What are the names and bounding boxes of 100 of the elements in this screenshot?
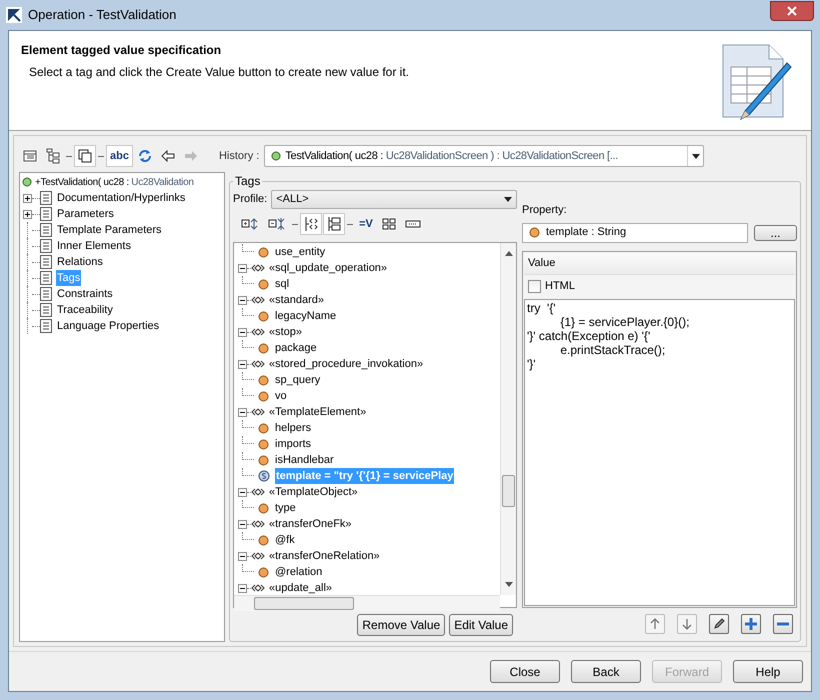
collapse-toggle[interactable] bbox=[238, 584, 247, 592]
toolbar-button[interactable] bbox=[74, 145, 96, 167]
collapse-toggle[interactable] bbox=[238, 520, 247, 528]
document-icon bbox=[40, 207, 52, 221]
value-button[interactable]: Remove Value bbox=[357, 614, 446, 636]
document-icon bbox=[40, 287, 52, 301]
tag-item[interactable]: imports bbox=[274, 436, 312, 452]
value-header: Value bbox=[524, 252, 795, 274]
stereotype-icon bbox=[251, 488, 265, 496]
horizontal-scrollbar[interactable] bbox=[234, 595, 500, 611]
document-icon bbox=[40, 303, 52, 317]
value-action-button[interactable] bbox=[709, 614, 729, 634]
tag-item[interactable]: use_entity bbox=[274, 244, 326, 260]
stereotype-icon bbox=[251, 328, 265, 336]
tree-item[interactable]: Constraints bbox=[56, 286, 114, 302]
collapse-toggle[interactable] bbox=[238, 296, 247, 304]
value-action-button[interactable] bbox=[741, 614, 761, 634]
tag-dot-icon bbox=[258, 422, 269, 434]
browse-button[interactable]: ... bbox=[754, 224, 797, 240]
stereotype-icon bbox=[251, 584, 265, 592]
stereotype-icon bbox=[251, 264, 265, 272]
tag-item[interactable]: @relation bbox=[274, 564, 324, 580]
tree-item[interactable]: Language Properties bbox=[56, 318, 160, 334]
document-icon bbox=[40, 255, 52, 269]
toolbar-button[interactable] bbox=[300, 213, 322, 235]
tree-item[interactable]: Traceability bbox=[56, 302, 114, 318]
window-title: Operation - TestValidation bbox=[28, 6, 178, 24]
stereotype-label[interactable]: «standard» bbox=[269, 292, 324, 308]
toolbar-button[interactable] bbox=[323, 213, 345, 235]
tree-item[interactable]: Parameters bbox=[56, 206, 115, 222]
collapse-toggle[interactable] bbox=[238, 328, 247, 336]
history-label: History : bbox=[218, 148, 260, 164]
tag-item[interactable]: helpers bbox=[274, 420, 312, 436]
stereotype-label[interactable]: «transferOneFk» bbox=[269, 516, 352, 532]
tag-dot-icon bbox=[258, 438, 269, 450]
value-button[interactable]: Edit Value bbox=[449, 614, 513, 636]
tag-dot-icon bbox=[258, 390, 269, 402]
document-icon bbox=[40, 223, 52, 237]
document-icon bbox=[40, 239, 52, 253]
minus-icon bbox=[776, 622, 790, 626]
dialog-button[interactable]: Help bbox=[733, 660, 803, 683]
tag-dot-icon bbox=[258, 310, 269, 322]
collapse-toggle[interactable] bbox=[238, 360, 247, 368]
dialog-button[interactable]: Back bbox=[571, 660, 641, 683]
tag-item[interactable]: sql bbox=[274, 276, 290, 292]
tag-item[interactable]: legacyName bbox=[274, 308, 338, 324]
tree-root-label[interactable]: +TestValidation( uc28 : Uc28Validation bbox=[35, 174, 194, 190]
tag-item[interactable]: isHandlebar bbox=[274, 452, 335, 468]
forward-arrow-icon bbox=[184, 150, 198, 162]
header-description: Select a tag and click the Create Value button to create new value for it. bbox=[28, 64, 409, 81]
app-logo-icon bbox=[6, 7, 22, 23]
tree-item[interactable]: Relations bbox=[56, 254, 104, 270]
profile-dropdown[interactable]: <ALL> bbox=[271, 190, 517, 209]
stereotype-label[interactable]: «stop» bbox=[269, 324, 302, 340]
windows-icon bbox=[78, 149, 92, 163]
stereotype-icon bbox=[251, 360, 265, 368]
dropdown-caret-icon bbox=[504, 197, 512, 202]
collapse-toggle[interactable] bbox=[238, 408, 247, 416]
stereotype-label[interactable]: «TemplateObject» bbox=[269, 484, 358, 500]
tag-dot-icon bbox=[258, 246, 269, 258]
tag-dot-icon bbox=[258, 342, 269, 354]
tag-item[interactable]: vo bbox=[274, 388, 288, 404]
stereotype-label[interactable]: «update_all» bbox=[269, 580, 332, 595]
tree-item[interactable]: Documentation/Hyperlinks bbox=[56, 190, 186, 206]
stereotype-icon bbox=[251, 520, 265, 528]
header-title: Element tagged value specification bbox=[21, 42, 222, 59]
plus-icon bbox=[744, 617, 758, 631]
history-dropdown[interactable]: TestValidation( uc28 : Uc28ValidationScreen ) : Uc28ValidationScreen [... bbox=[264, 145, 704, 167]
tree-item[interactable]: Template Parameters bbox=[56, 222, 163, 238]
property-label: Property: bbox=[522, 203, 568, 218]
html-checkbox[interactable] bbox=[528, 280, 541, 293]
property-field[interactable]: template : String bbox=[522, 222, 748, 242]
stereotype-label[interactable]: «transferOneRelation» bbox=[269, 548, 380, 564]
expand-toggle[interactable] bbox=[23, 194, 32, 202]
collapse-toggle[interactable] bbox=[238, 552, 247, 560]
collapse-toggle[interactable] bbox=[238, 264, 247, 272]
value-icon bbox=[258, 470, 270, 482]
dialog-button[interactable]: Close bbox=[490, 660, 560, 683]
tag-item[interactable]: sp_query bbox=[274, 372, 322, 388]
close-window-button[interactable] bbox=[770, 1, 814, 21]
value-text-area[interactable]: try '{' {1} = servicePlayer.{0}(); '}' catch(Exception e) '{' e.printStackTrace(); '}' bbox=[524, 298, 795, 606]
stereotype-label[interactable]: «TemplateElement» bbox=[269, 404, 366, 420]
tag-item[interactable]: type bbox=[274, 500, 297, 516]
table-icon bbox=[23, 149, 37, 163]
stereotype-label[interactable]: «sql_update_operation» bbox=[269, 260, 388, 276]
stereotype-label[interactable]: «stored_procedure_invokation» bbox=[269, 356, 424, 372]
toolbar-button[interactable]: abc bbox=[106, 145, 133, 167]
hierarchy-icon bbox=[46, 148, 60, 164]
toolbar-button[interactable]: =V bbox=[355, 213, 377, 235]
hierarchy-icon bbox=[327, 216, 341, 232]
tree-item[interactable]: Inner Elements bbox=[56, 238, 132, 254]
vertical-scrollbar[interactable] bbox=[500, 243, 516, 595]
stereotype-icon bbox=[251, 552, 265, 560]
expand-toggle[interactable] bbox=[23, 210, 32, 218]
tag-item[interactable]: @fk bbox=[274, 532, 296, 548]
expand-all-icon bbox=[241, 217, 259, 231]
profile-label: Profile: bbox=[233, 192, 268, 208]
tag-item[interactable]: package bbox=[274, 340, 318, 356]
collapse-toggle[interactable] bbox=[238, 488, 247, 496]
value-action-button[interactable] bbox=[773, 614, 793, 634]
